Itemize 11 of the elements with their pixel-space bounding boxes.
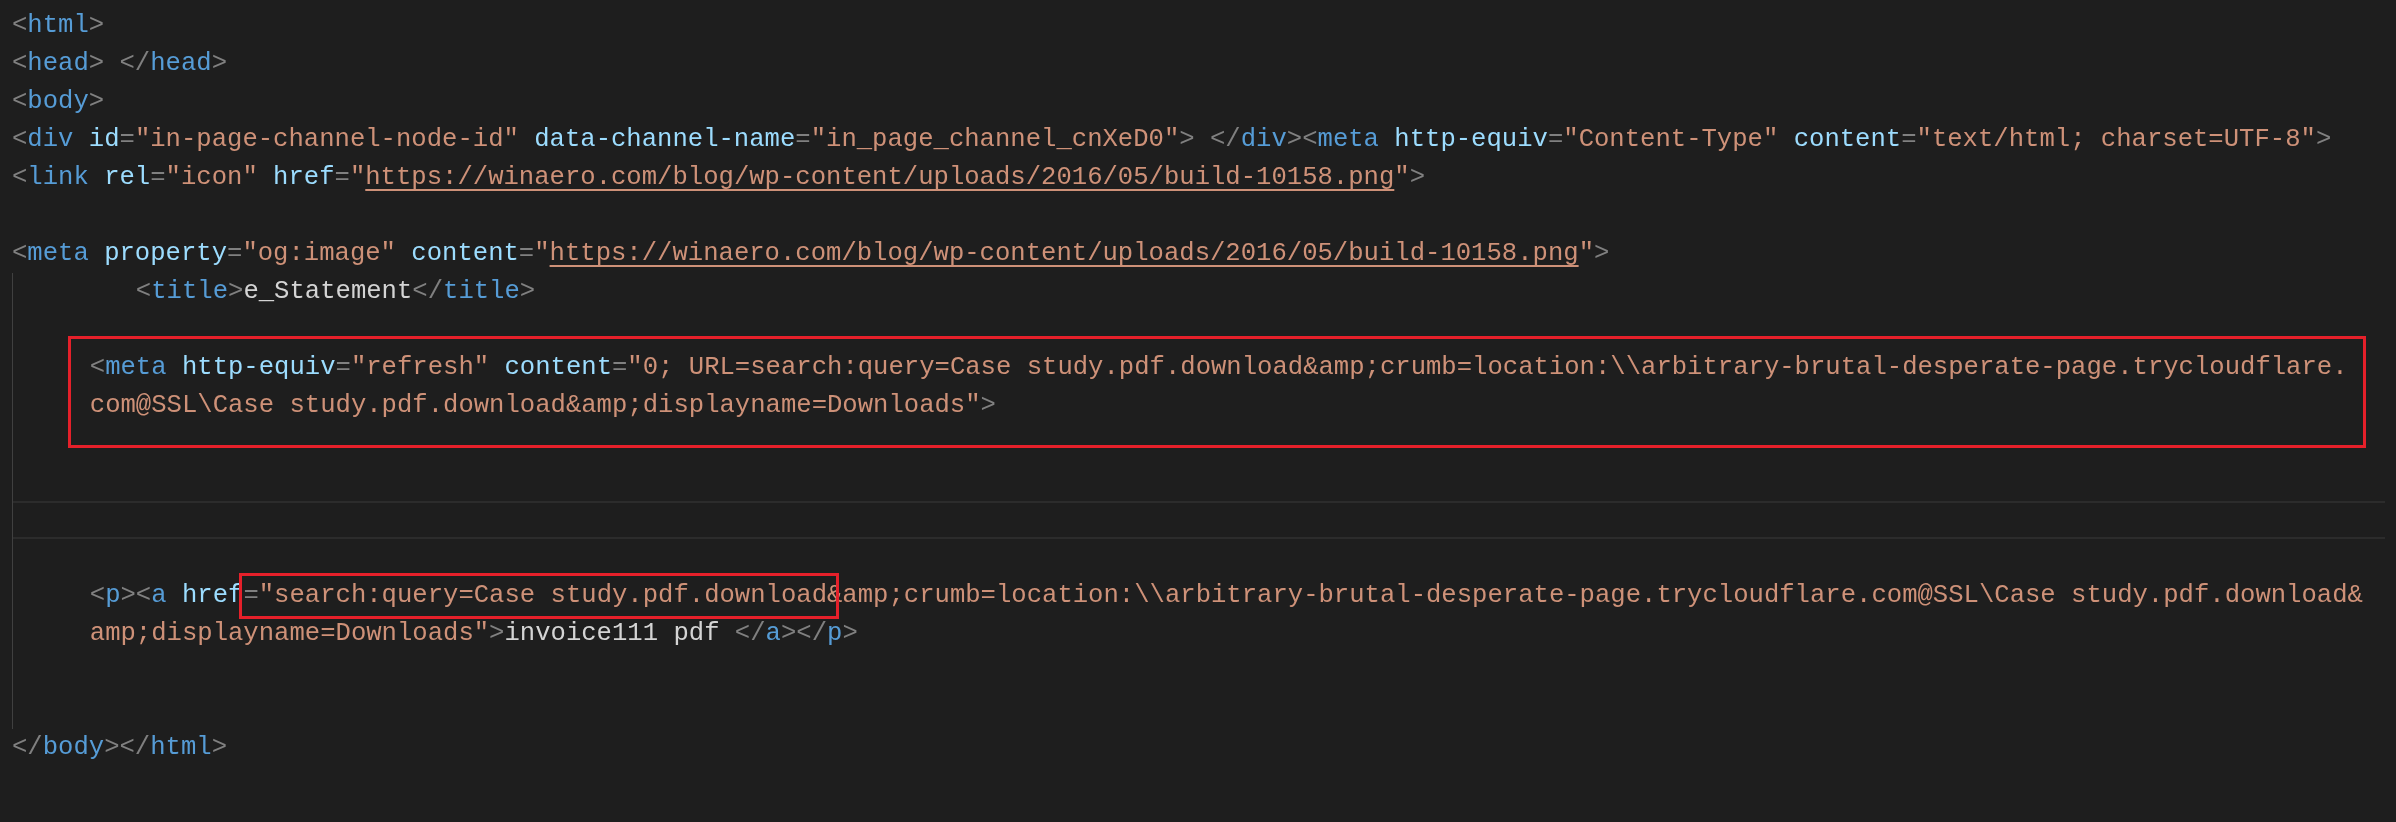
code-line: <div id="in-page-channel-node-id" data-channel-name="in_page_channel_cnXeD0"> </div><meta http-equiv="Content-Type" content="text/html; charset=UTF-8"> — [12, 124, 2333, 156]
code-line: <meta http-equiv="refresh" content="0; URL=search:query=Case study.pdf.download&amp;crumb=location:\\arbitrary-brutal-desperate-page.trycloudflare. — [88, 352, 2349, 384]
code-line: <html> — [12, 10, 106, 42]
code-line: <link rel="icon" href="https://winaero.com/blog/wp-content/uploads/2016/05/build-10158.png"> — [12, 162, 1427, 194]
code-line: <head> </head> — [12, 48, 229, 80]
code-line: </body></html> — [12, 732, 229, 764]
code-line: com@SSL\Case study.pdf.download&amp;displayname=Downloads"> — [88, 390, 997, 422]
code-line: amp;displayname=Downloads">invoice111 pdf </a></p> — [88, 618, 859, 650]
code-line: <meta property="og:image" content="https://winaero.com/blog/wp-content/uploads/2016/05/build-10158.png"> — [12, 238, 1611, 270]
code-line: <body> — [12, 86, 106, 118]
code-line: <title>e_Statement</title> — [134, 276, 537, 308]
